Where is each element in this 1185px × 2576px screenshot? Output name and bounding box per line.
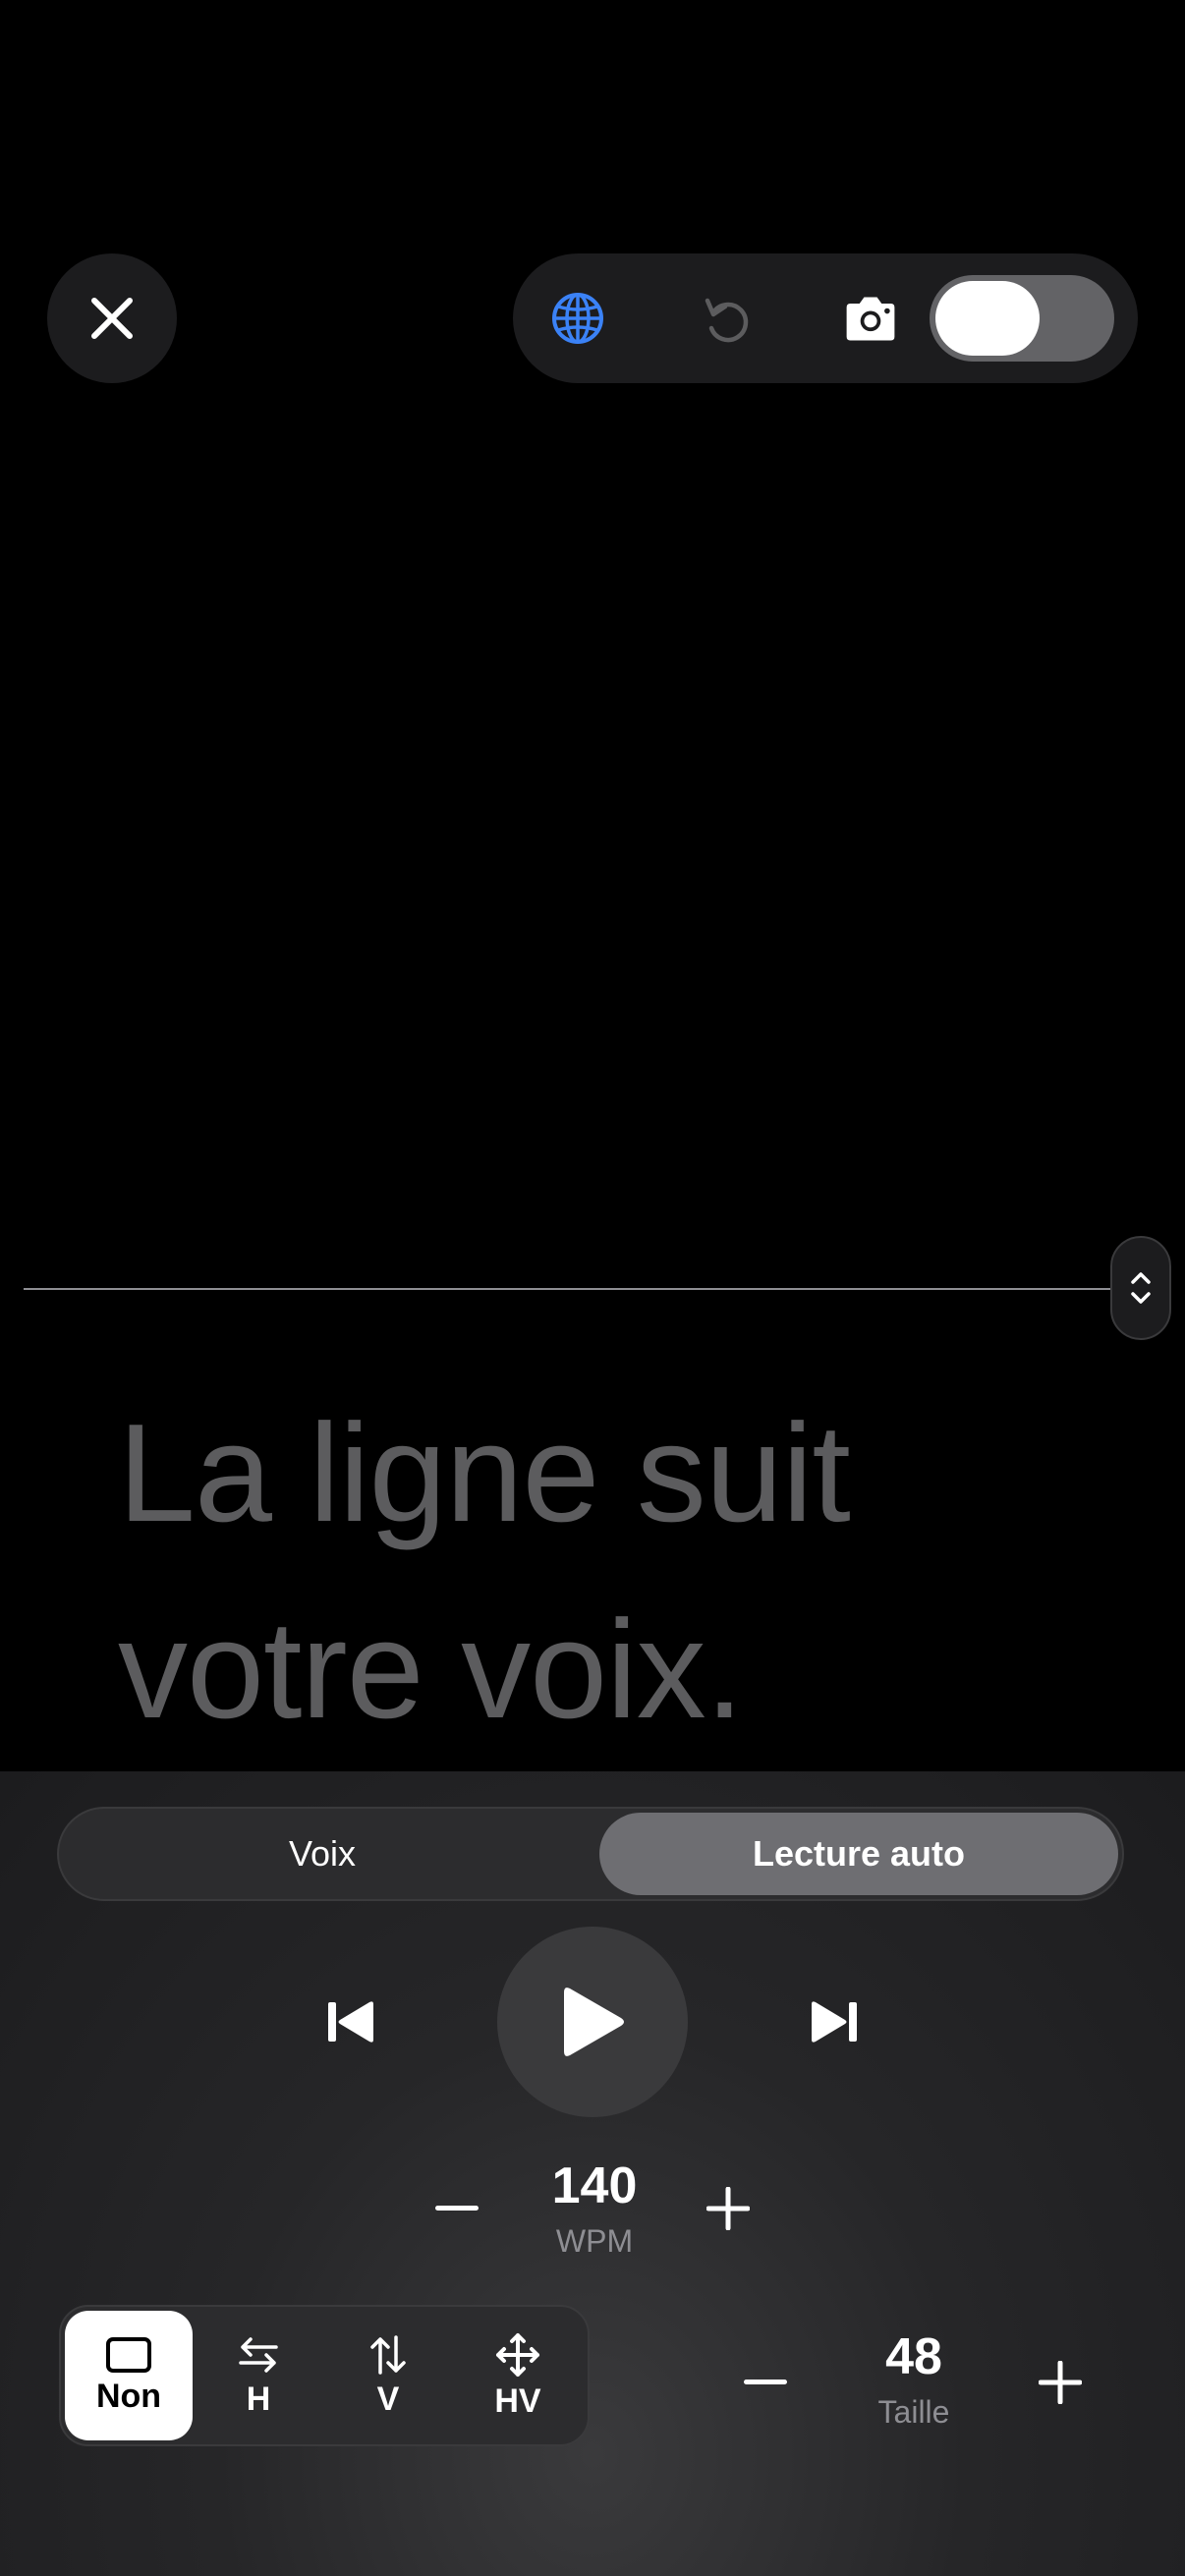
toggle-knob xyxy=(935,281,1040,356)
arrows-vertical-icon xyxy=(370,2334,406,2375)
mirror-option-label: V xyxy=(376,2380,400,2418)
mirror-option-label: HV xyxy=(494,2381,541,2420)
square-icon xyxy=(106,2336,151,2373)
speed-decrease-button[interactable] xyxy=(423,2174,491,2243)
speed-increase-button[interactable] xyxy=(694,2174,762,2243)
camera-icon[interactable] xyxy=(841,289,900,348)
minus-icon xyxy=(435,2206,479,2211)
size-increase-button[interactable] xyxy=(1026,2348,1095,2417)
mirror-option-horizontal[interactable]: H xyxy=(195,2311,322,2440)
arrows-horizontal-icon xyxy=(239,2336,278,2373)
size-unit: Taille xyxy=(877,2394,950,2430)
mode-segmented-control: Voix Lecture auto xyxy=(57,1807,1124,1901)
skip-forward-button[interactable] xyxy=(802,1989,867,2054)
close-button[interactable] xyxy=(47,253,177,383)
mirror-mode-selector: Non H V HV xyxy=(59,2305,590,2446)
play-button[interactable] xyxy=(497,1927,688,2117)
top-toolbar xyxy=(513,253,1138,383)
mirror-option-label: H xyxy=(246,2380,271,2418)
speed-value: 140 xyxy=(551,2157,638,2214)
minus-icon xyxy=(744,2380,787,2384)
size-decrease-button[interactable] xyxy=(731,2348,800,2417)
mirror-option-both[interactable]: HV xyxy=(454,2311,582,2440)
close-icon xyxy=(91,298,133,339)
teleprompter-text: La ligne suit votre voix. xyxy=(118,1375,1100,1768)
play-icon xyxy=(564,1988,624,2056)
camera-toggle[interactable] xyxy=(930,275,1114,362)
skip-forward-icon xyxy=(812,2001,857,2043)
plus-icon xyxy=(706,2187,750,2230)
mirror-option-label: Non xyxy=(95,2377,162,2415)
skip-back-button[interactable] xyxy=(318,1989,383,2054)
control-panel: Voix Lecture auto 140 WPM Non H V HV 48 … xyxy=(0,1771,1185,2576)
script-line: votre voix. xyxy=(118,1592,744,1748)
chevron-up-down-icon xyxy=(1131,1272,1151,1304)
globe-icon[interactable] xyxy=(548,289,607,348)
guide-line-handle[interactable] xyxy=(1110,1236,1171,1340)
size-value: 48 xyxy=(885,2328,942,2385)
tab-auto-scroll[interactable]: Lecture auto xyxy=(599,1813,1118,1895)
speed-unit: WPM xyxy=(555,2223,634,2259)
reading-guide-line xyxy=(24,1288,1110,1290)
plus-icon xyxy=(1039,2361,1082,2404)
skip-back-icon xyxy=(328,2001,373,2043)
tab-voice[interactable]: Voix xyxy=(63,1813,582,1895)
mirror-option-vertical[interactable]: V xyxy=(324,2311,452,2440)
arrows-move-icon xyxy=(496,2332,539,2377)
mirror-option-none[interactable]: Non xyxy=(65,2311,193,2440)
script-line: La ligne suit xyxy=(118,1395,851,1551)
undo-icon[interactable] xyxy=(696,289,755,348)
